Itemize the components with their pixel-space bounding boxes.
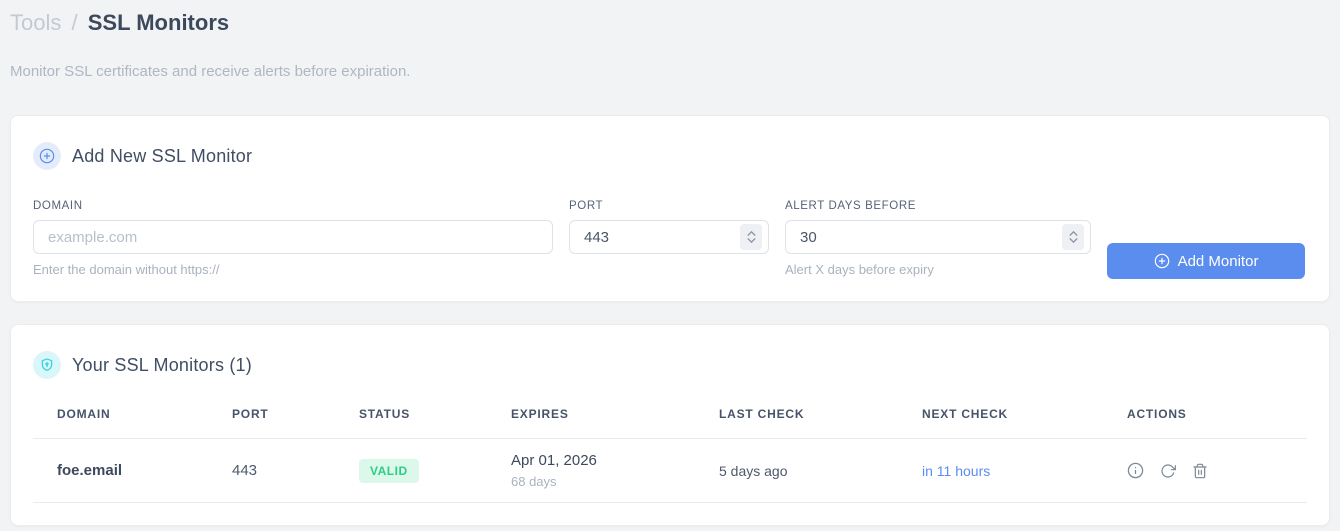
row-expires-cell: Apr 01, 2026 68 days (511, 452, 719, 489)
alert-days-helper-text: Alert X days before expiry (785, 262, 934, 277)
domain-label: DOMAIN (33, 200, 83, 212)
alert-days-stepper[interactable] (1062, 224, 1084, 250)
add-monitor-button-label: Add Monitor (1177, 252, 1259, 270)
chevron-up-icon (747, 231, 755, 236)
alert-days-label: ALERT DAYS BEFORE (785, 200, 916, 212)
add-monitor-form: DOMAIN Enter the domain without https://… (33, 200, 1305, 279)
domain-field-group: DOMAIN Enter the domain without https:// (33, 200, 553, 277)
row-port: 443 (232, 462, 258, 479)
monitors-card: Your SSL Monitors (1) DOMAIN PORT STATUS… (10, 324, 1330, 526)
shield-lock-icon (33, 351, 61, 379)
domain-helper-text: Enter the domain without https:// (33, 262, 220, 277)
chevron-up-icon (1069, 231, 1077, 236)
chevron-down-icon (747, 238, 755, 243)
col-header-actions: ACTIONS (1127, 407, 1187, 421)
add-monitor-button[interactable]: Add Monitor (1107, 243, 1305, 279)
refresh-icon (1160, 463, 1176, 478)
row-next-check: in 11 hours (922, 462, 991, 479)
port-input[interactable] (569, 220, 769, 254)
chevron-down-icon (1069, 238, 1077, 243)
row-domain: foe.email (57, 462, 123, 479)
breadcrumb-tools-link[interactable]: Tools (10, 10, 61, 35)
col-header-last-check: LAST CHECK (719, 407, 805, 421)
col-header-domain: DOMAIN (57, 407, 111, 421)
col-header-status: STATUS (359, 407, 411, 421)
delete-button[interactable] (1191, 462, 1208, 479)
trash-icon (1192, 463, 1207, 478)
alert-days-input[interactable] (785, 220, 1091, 254)
status-badge: VALID (359, 458, 419, 483)
plus-circle-icon (33, 142, 61, 170)
add-monitor-title: Add New SSL Monitor (72, 145, 253, 166)
col-header-next-check: NEXT CHECK (922, 407, 1009, 421)
monitors-title: Your SSL Monitors (1) (72, 354, 252, 375)
refresh-button[interactable] (1159, 462, 1176, 479)
page-title: SSL Monitors (87, 10, 230, 35)
alert-days-field-group: ALERT DAYS BEFORE Alert X days before ex… (785, 200, 1091, 277)
monitors-card-header: Your SSL Monitors (1) (33, 351, 1307, 379)
breadcrumb-separator: / (71, 10, 78, 35)
domain-input[interactable] (33, 220, 553, 254)
port-field-group: PORT (569, 200, 769, 254)
add-monitor-card: Add New SSL Monitor DOMAIN Enter the dom… (10, 115, 1330, 302)
add-monitor-card-header: Add New SSL Monitor (33, 142, 1305, 170)
page-header: Tools / SSL Monitors Monitor SSL certifi… (0, 0, 1340, 82)
row-status-cell: VALID (359, 458, 511, 483)
info-button[interactable] (1127, 462, 1144, 479)
row-last-check: 5 days ago (719, 462, 788, 479)
table-row: foe.email 443 VALID Apr 01, 2026 68 days… (33, 439, 1307, 503)
info-icon (1127, 462, 1144, 479)
row-expires-days-left: 68 days (511, 474, 557, 489)
row-actions-cell (1127, 462, 1307, 479)
col-header-expires: EXPIRES (511, 407, 569, 421)
port-label: PORT (569, 200, 604, 212)
port-stepper[interactable] (740, 224, 762, 250)
col-header-port: PORT (232, 407, 269, 421)
breadcrumb: Tools / SSL Monitors (10, 8, 1330, 38)
plus-circle-icon (1154, 253, 1169, 269)
page-subtitle: Monitor SSL certificates and receive ale… (10, 63, 411, 80)
monitors-table: DOMAIN PORT STATUS EXPIRES LAST CHECK NE… (33, 407, 1307, 503)
row-expires-date: Apr 01, 2026 (511, 452, 597, 469)
monitors-table-header-row: DOMAIN PORT STATUS EXPIRES LAST CHECK NE… (33, 407, 1307, 439)
